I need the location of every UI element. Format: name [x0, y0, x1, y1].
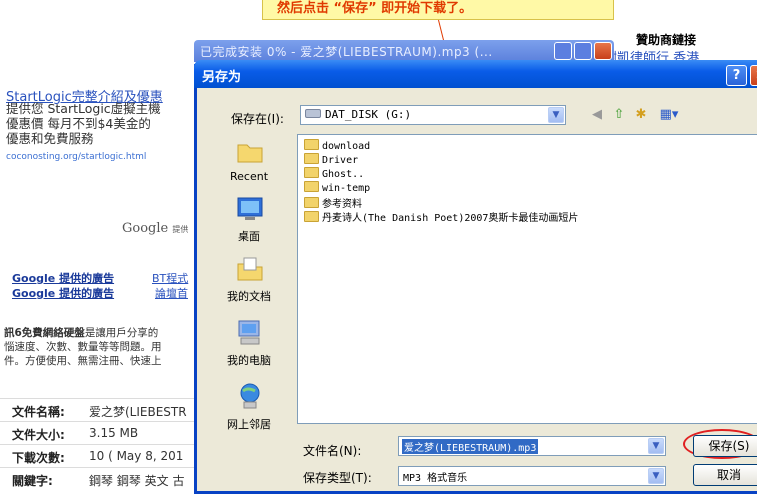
file-list[interactable]: download Driver Ghost.. win-temp 参考资料 丹麦…: [297, 134, 757, 424]
folder-icon: [304, 181, 319, 192]
google-ad-link[interactable]: 論壇首: [155, 285, 188, 301]
file-name: 丹麦诗人(The Danish Poet)2007奥斯卡最佳动画短片: [322, 213, 579, 224]
progress-dialog-titlebar[interactable]: 已完成安装 0% - 爱之梦(LIEBESTRAUM).mp3 (...: [194, 40, 614, 62]
file-name: win-temp: [322, 183, 371, 194]
minimize-button[interactable]: [554, 42, 572, 60]
place-my-documents[interactable]: 我的文档: [209, 254, 289, 314]
save-in-value: DAT_DISK (G:): [305, 108, 411, 121]
google-suffix: 提供: [172, 225, 189, 234]
save-in-label: 保存在(I):: [231, 112, 284, 126]
chevron-down-icon[interactable]: ▼: [648, 438, 664, 454]
save-button[interactable]: 保存(S): [693, 435, 757, 457]
description-text: 是讓用戶分享的: [84, 327, 159, 339]
place-recent[interactable]: Recent: [209, 136, 289, 196]
google-ad-link[interactable]: BT程式: [152, 270, 188, 286]
filename-input[interactable]: 爱之梦(LIEBESTRAUM).mp3 ▼: [398, 436, 666, 456]
save-as-titlebar[interactable]: 另存为 ? ✕: [194, 60, 757, 88]
filename-value: 爱之梦(LIEBESTRAUM).mp3: [402, 439, 539, 454]
place-label: 我的文档: [227, 290, 271, 303]
info-value: 3.15 MB: [89, 426, 139, 440]
place-label: 我的电脑: [227, 354, 271, 367]
place-network[interactable]: 网上邻居: [209, 382, 289, 442]
info-row: 下載次數: 10 ( May 8, 201: [0, 444, 200, 467]
list-item[interactable]: download: [304, 139, 370, 153]
ad-line: 優惠價 每月不到$4美金的: [6, 116, 151, 131]
desktop-icon: [237, 197, 263, 220]
list-item[interactable]: 参考资料: [304, 195, 362, 210]
save-in-combobox[interactable]: DAT_DISK (G:) ▼: [300, 105, 566, 125]
info-label: 下載次數:: [12, 451, 65, 465]
description-bold: 訊6免費網絡硬盤: [4, 327, 85, 339]
maximize-button[interactable]: [574, 42, 592, 60]
up-folder-icon[interactable]: ⇧: [609, 106, 629, 124]
google-ad-link[interactable]: Google 提供的廣告: [12, 270, 114, 286]
description-line: 訊6免費網絡硬盤是讓用戶分享的: [4, 325, 158, 340]
new-folder-icon[interactable]: ✱: [631, 106, 651, 124]
place-desktop[interactable]: 桌面: [209, 194, 289, 254]
list-item[interactable]: 丹麦诗人(The Danish Poet)2007奥斯卡最佳动画短片: [304, 209, 579, 224]
save-in-value-text: DAT_DISK (G:): [325, 108, 412, 121]
places-bar: Recent 桌面 我的文档 我的电脑 网上邻居: [209, 136, 289, 436]
folder-icon: [304, 153, 319, 164]
folder-icon: [304, 167, 319, 178]
cancel-button[interactable]: 取消: [693, 464, 757, 486]
info-row: 文件名稱: 爱之梦(LIEBESTR: [0, 398, 200, 421]
back-icon[interactable]: ◀: [587, 106, 607, 124]
place-label: 桌面: [238, 230, 260, 243]
filetype-label: 保存类型(T):: [303, 471, 372, 485]
chevron-down-icon[interactable]: ▼: [648, 468, 664, 484]
callout-text: 然后点击 “保存” 即开始下载了。: [277, 1, 473, 16]
description-line: 件。方便使用、無需注冊、快速上: [4, 355, 162, 367]
folder-icon: [304, 197, 319, 208]
google-ads-label: Google 提供: [122, 221, 188, 236]
top-strip: [0, 0, 260, 20]
save-as-dialog: 另存为 ? ✕ 保存在(I): DAT_DISK (G:) ▼ ◀ ⇧ ✱ ▦▾…: [194, 60, 757, 494]
description-line: 惱速度、次數、數量等等問題。用: [4, 341, 162, 353]
info-row: 關鍵字: 鋼琴 鋼琴 英文 古: [0, 467, 200, 490]
list-item[interactable]: Ghost..: [304, 167, 364, 181]
info-value: 爱之梦(LIEBESTR: [89, 405, 187, 419]
close-button[interactable]: [594, 42, 612, 60]
chevron-down-icon[interactable]: ▼: [548, 107, 564, 123]
save-as-title: 另存为: [202, 70, 242, 85]
ad-line: 優惠和免費服務: [6, 131, 94, 146]
info-row: 文件大小: 3.15 MB: [0, 421, 200, 444]
info-label: 文件名稱:: [12, 405, 65, 419]
folder-icon: [304, 211, 319, 222]
info-label: 文件大小:: [12, 428, 65, 442]
view-menu-icon[interactable]: ▦▾: [654, 106, 684, 124]
place-label: 网上邻居: [227, 418, 271, 431]
file-name: download: [322, 141, 371, 152]
progress-dialog-title: 已完成安装 0% - 爱之梦(LIEBESTRAUM).mp3 (...: [200, 45, 493, 59]
info-value: 10 ( May 8, 201: [89, 449, 184, 463]
place-label: Recent: [229, 170, 269, 183]
filetype-combobox[interactable]: MP3 格式音乐 ▼: [398, 466, 666, 486]
ad-line: 提供您 StartLogic虛擬主機: [6, 101, 161, 116]
ad-url[interactable]: coconosting.org/startlogic.html: [6, 152, 146, 162]
folder-icon: [304, 139, 319, 150]
file-name: Ghost..: [322, 169, 365, 180]
close-button[interactable]: ✕: [750, 65, 757, 86]
file-name: Driver: [322, 155, 359, 166]
filename-label: 文件名(N):: [303, 444, 362, 458]
place-my-computer[interactable]: 我的电脑: [209, 318, 289, 378]
list-item[interactable]: win-temp: [304, 181, 370, 195]
instruction-callout: 然后点击 “保存” 即开始下载了。: [262, 0, 614, 20]
help-button[interactable]: ?: [726, 65, 747, 86]
sponsor-title: 贊助商鏈接: [636, 33, 697, 47]
my-documents-icon: [237, 257, 263, 281]
drive-icon: [305, 109, 321, 118]
google-ad-link[interactable]: Google 提供的廣告: [12, 285, 114, 301]
my-computer-icon: [238, 320, 260, 345]
info-value: 鋼琴 鋼琴 英文 古: [89, 474, 185, 488]
recent-folder-icon: [237, 144, 263, 163]
google-brand: Google: [122, 221, 169, 236]
network-places-icon: [240, 383, 260, 409]
info-label: 關鍵字:: [12, 474, 53, 488]
list-item[interactable]: Driver: [304, 153, 358, 167]
